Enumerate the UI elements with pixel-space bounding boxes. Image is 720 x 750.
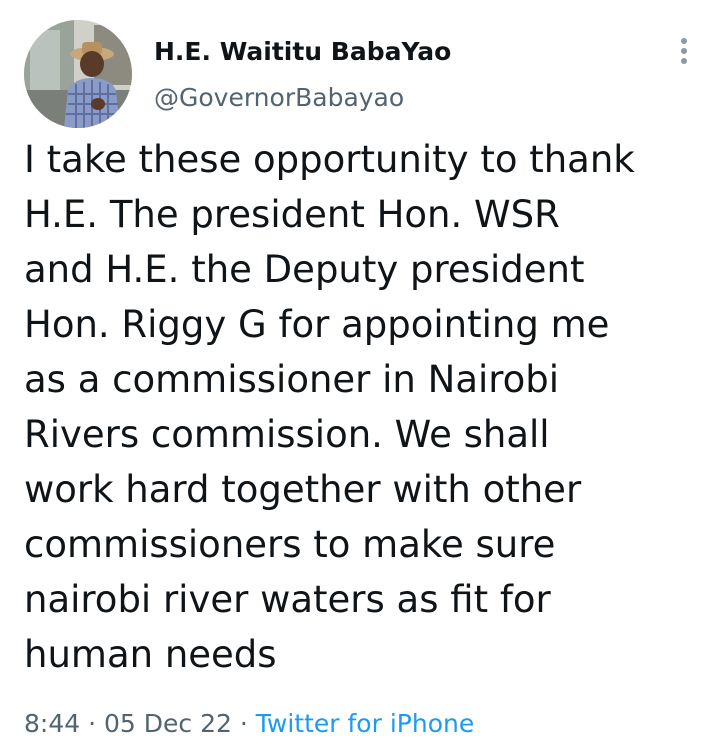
tweet-source-link[interactable]: Twitter for iPhone	[256, 709, 474, 738]
tweet-text-line: as a commissioner in Nairobi	[24, 358, 560, 401]
tweet-text: I take these opportunity to thank H.E. T…	[24, 132, 696, 682]
tweet-header: H.E. Waititu BabaYao @GovernorBabayao	[24, 20, 696, 130]
author-name[interactable]: H.E. Waititu BabaYao	[154, 37, 451, 67]
tweet-text-line: H.E. The president Hon. WSR	[24, 193, 560, 236]
more-options-icon[interactable]	[672, 34, 696, 70]
dot	[681, 58, 687, 64]
tweet-card: H.E. Waititu BabaYao @GovernorBabayao I …	[0, 0, 720, 750]
tweet-text-line: nairobi river waters as fit for	[24, 578, 551, 621]
meta-separator: ·	[88, 709, 97, 738]
tweet-text-line: commissioners to make sure	[24, 523, 556, 566]
dot	[681, 48, 687, 54]
tweet-text-line: Hon. Riggy G for appointing me	[24, 303, 610, 346]
avatar[interactable]	[24, 20, 132, 128]
tweet-text-line: and H.E. the Deputy president	[24, 248, 585, 291]
tweet-text-line: Rivers commission. We shall	[24, 413, 550, 456]
dot	[681, 38, 687, 44]
tweet-meta: 8:44 · 05 Dec 22 · Twitter for iPhone	[24, 708, 474, 740]
meta-separator: ·	[239, 709, 248, 738]
author-handle[interactable]: @GovernorBabayao	[154, 83, 404, 113]
tweet-time[interactable]: 8:44	[24, 709, 80, 738]
tweet-text-line: work hard together with other	[24, 468, 582, 511]
tweet-date[interactable]: 05 Dec 22	[104, 709, 232, 738]
tweet-text-line: human needs	[24, 633, 277, 676]
tweet-text-line: I take these opportunity to thank	[24, 138, 635, 181]
avatar-photo-icon	[24, 20, 132, 128]
